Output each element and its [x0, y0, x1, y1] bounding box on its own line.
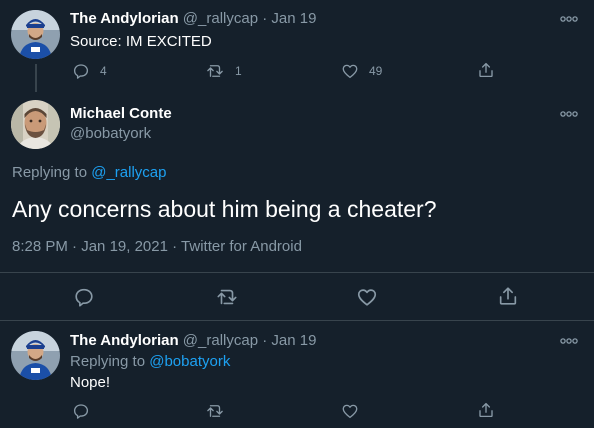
more-options-icon[interactable]: [560, 15, 578, 23]
author-line: The Andylorian @_rallycap · Jan 19: [70, 332, 316, 349]
avatar-photo-icon: [11, 100, 60, 149]
share-button[interactable]: [477, 61, 495, 79]
avatar[interactable]: [11, 331, 60, 380]
avatar[interactable]: [11, 10, 60, 59]
reply-count: 4: [100, 64, 107, 78]
tweet-date[interactable]: Jan 19: [271, 10, 316, 27]
parent-tweet[interactable]: The Andylorian @_rallycap · Jan 19 Sourc…: [0, 0, 594, 100]
tweet-thread: The Andylorian @_rallycap · Jan 19 Sourc…: [0, 0, 594, 428]
reply-tweet[interactable]: The Andylorian @_rallycap · Jan 19 Reply…: [0, 321, 594, 428]
more-options-icon[interactable]: [560, 337, 578, 345]
tweet-time[interactable]: 8:28 PM: [12, 238, 68, 255]
tweet-text: Nope!: [70, 374, 111, 391]
reply-icon: [73, 404, 89, 419]
tweet-meta: 8:28 PM · Jan 19, 2021 · Twitter for And…: [12, 238, 302, 255]
author-name[interactable]: Michael Conte: [70, 105, 172, 122]
share-icon: [479, 62, 493, 78]
reply-icon: [73, 64, 89, 79]
like-button[interactable]: [356, 286, 378, 308]
replying-to-label: Replying to: [70, 353, 146, 370]
retweet-button[interactable]: [215, 286, 239, 308]
reply-button[interactable]: 4: [72, 62, 107, 80]
separator-dot: ·: [262, 10, 268, 27]
avatar-photo-icon: [11, 10, 60, 59]
avatar-photo-icon: [11, 331, 60, 380]
author-name[interactable]: The Andylorian: [70, 332, 179, 349]
like-button[interactable]: [341, 402, 359, 420]
replying-to-handle[interactable]: @_rallycap: [91, 164, 166, 181]
replying-to-label: Replying to: [12, 164, 88, 181]
replying-to-line: Replying to @bobatyork: [70, 353, 230, 370]
heart-icon: [342, 64, 358, 79]
author-handle[interactable]: @_rallycap: [183, 10, 258, 27]
retweet-icon: [217, 289, 237, 305]
retweet-button[interactable]: [205, 402, 225, 420]
replying-to-line: Replying to @_rallycap: [12, 164, 166, 181]
divider: [0, 272, 594, 273]
separator-dot: ·: [172, 238, 178, 255]
reply-button[interactable]: [73, 286, 95, 308]
separator-dot: ·: [72, 238, 78, 255]
separator-dot: ·: [262, 332, 268, 349]
share-icon: [479, 402, 493, 418]
share-button[interactable]: [497, 285, 519, 307]
avatar[interactable]: [11, 100, 60, 149]
share-button[interactable]: [477, 401, 495, 419]
tweet-date[interactable]: Jan 19, 2021: [81, 238, 168, 255]
like-button[interactable]: 49: [341, 62, 382, 80]
author-handle[interactable]: @_rallycap: [183, 332, 258, 349]
author-handle[interactable]: @bobatyork: [70, 125, 151, 142]
heart-icon: [357, 289, 377, 306]
tweet-client[interactable]: Twitter for Android: [181, 238, 302, 255]
tweet-date[interactable]: Jan 19: [271, 332, 316, 349]
retweet-button[interactable]: 1: [205, 62, 242, 80]
retweet-count: 1: [235, 64, 242, 78]
more-options-icon[interactable]: [560, 110, 578, 118]
author-line: The Andylorian @_rallycap · Jan 19: [70, 10, 316, 27]
tweet-text: Source: IM EXCITED: [70, 33, 212, 50]
tweet-text: Any concerns about him being a cheater?: [12, 196, 437, 222]
share-icon: [499, 287, 517, 305]
like-count: 49: [369, 64, 383, 78]
thread-connector-line: [35, 64, 37, 92]
reply-icon: [75, 288, 93, 307]
heart-icon: [342, 404, 358, 419]
retweet-icon: [207, 405, 223, 417]
replying-to-handle[interactable]: @bobatyork: [149, 353, 230, 370]
reply-button[interactable]: [72, 402, 90, 420]
author-name[interactable]: The Andylorian: [70, 10, 179, 27]
retweet-icon: [207, 65, 223, 77]
